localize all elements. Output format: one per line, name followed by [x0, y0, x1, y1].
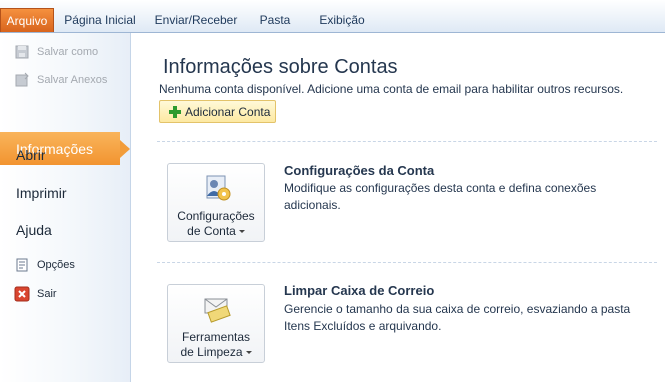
tab-view[interactable]: Exibição	[310, 8, 374, 32]
cleanup-tools-label-2-text: de Limpeza	[180, 345, 243, 359]
account-settings-button[interactable]: Configurações de Conta	[167, 163, 265, 242]
account-info-panel: Informações sobre Contas Nenhuma conta d…	[131, 33, 665, 382]
nav-save-attachments-label: Salvar Anexos	[37, 74, 108, 86]
nav-selected-arrow	[120, 140, 130, 158]
account-settings-label-2-text: de Conta	[187, 224, 236, 238]
cleanup-title: Limpar Caixa de Correio	[284, 283, 435, 298]
chevron-down-icon	[245, 351, 252, 355]
ribbon-tab-bar: Arquivo Página Inicial Enviar/Receber Pa…	[0, 0, 665, 33]
cleanup-tools-button[interactable]: Ferramentas de Limpeza	[167, 284, 265, 363]
nav-exit[interactable]: Sair	[14, 285, 57, 303]
cleanup-tools-icon	[201, 293, 233, 330]
nav-exit-label: Sair	[37, 288, 57, 300]
account-settings-title: Configurações da Conta	[284, 163, 435, 178]
close-icon	[14, 286, 30, 302]
save-attachments-icon	[14, 72, 30, 88]
options-icon	[14, 257, 30, 273]
nav-open[interactable]: Abrir	[16, 147, 46, 163]
nav-save-as-label: Salvar como	[37, 46, 99, 58]
tab-file[interactable]: Arquivo	[0, 8, 54, 32]
tab-folder[interactable]: Pasta	[254, 8, 296, 32]
nav-options[interactable]: Opções	[14, 256, 75, 274]
add-account-label: Adicionar Conta	[185, 104, 271, 119]
cleanup-description: Gerencie o tamanho da sua caixa de corre…	[284, 302, 631, 333]
account-settings-description: Modifique as configurações desta conta e…	[284, 181, 597, 212]
no-account-message: Nenhuma conta disponível. Adicione uma c…	[159, 82, 624, 96]
divider	[157, 141, 657, 142]
nav-save-as[interactable]: Salvar como	[14, 43, 98, 61]
cleanup-tools-label-1: Ferramentas	[181, 330, 251, 344]
page-title: Informações sobre Contas	[163, 56, 398, 78]
plus-icon	[169, 105, 181, 118]
account-settings-label-2: de Conta	[168, 224, 264, 238]
backstage-nav: Salvar como Salvar Anexos Informações Ab…	[0, 33, 131, 382]
chevron-down-icon	[238, 230, 245, 234]
nav-save-attachments[interactable]: Salvar Anexos	[14, 71, 107, 89]
cleanup-tools-label-2: de Limpeza	[168, 345, 264, 359]
tab-home[interactable]: Página Inicial	[58, 8, 142, 32]
account-settings-label-1: Configurações	[177, 209, 255, 223]
nav-options-label: Opções	[37, 259, 75, 271]
add-account-button[interactable]: Adicionar Conta	[159, 100, 276, 123]
nav-print[interactable]: Imprimir	[16, 185, 67, 201]
nav-help[interactable]: Ajuda	[16, 222, 52, 238]
tab-send-receive[interactable]: Enviar/Receber	[150, 8, 242, 32]
save-as-icon	[14, 44, 30, 60]
account-settings-icon	[201, 172, 233, 209]
divider	[157, 262, 657, 263]
